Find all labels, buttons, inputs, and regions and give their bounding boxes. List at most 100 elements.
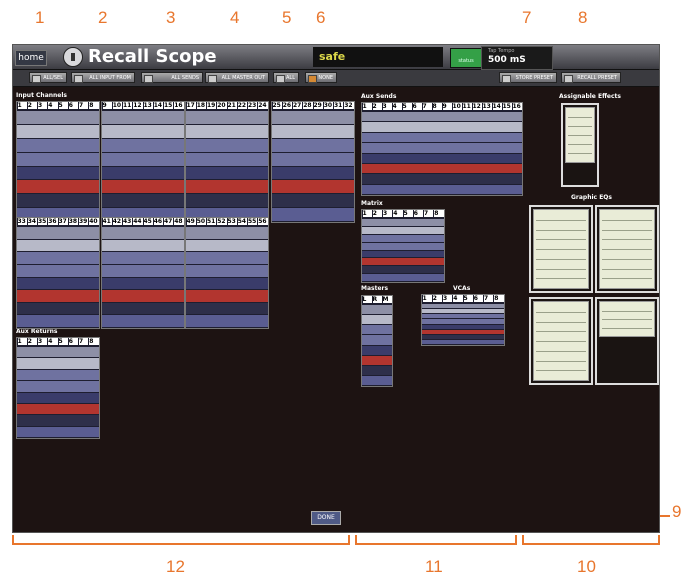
channel-number[interactable]: 3	[383, 210, 393, 217]
channel-number[interactable]: 8	[494, 295, 504, 302]
channel-number[interactable]: 1	[17, 338, 27, 345]
channel-number[interactable]: 14	[492, 103, 502, 110]
channel-number[interactable]: 24	[258, 102, 268, 109]
channel-number[interactable]: 1	[422, 295, 432, 302]
channel-number[interactable]: 7	[422, 103, 432, 110]
channel-number[interactable]: 53	[227, 218, 237, 225]
channel-number[interactable]: 34	[27, 218, 37, 225]
channel-number[interactable]: 5	[58, 102, 68, 109]
graphic-eq-3[interactable]	[529, 297, 593, 385]
graphic-eq-2[interactable]	[595, 205, 659, 293]
channel-number[interactable]: 45	[143, 218, 153, 225]
channel-number[interactable]: 43	[123, 218, 133, 225]
channel-number[interactable]: R	[372, 296, 382, 303]
channel-number[interactable]: 11	[462, 103, 472, 110]
channel-number[interactable]: 40	[89, 218, 99, 225]
back-arrow-icon[interactable]	[63, 47, 83, 67]
channel-number[interactable]: 8	[89, 102, 99, 109]
channel-number[interactable]: 1	[362, 103, 372, 110]
channel-number[interactable]: 29	[313, 102, 323, 109]
channel-number[interactable]: 39	[79, 218, 89, 225]
channel-number[interactable]: 16	[512, 103, 522, 110]
channel-number[interactable]: 46	[153, 218, 163, 225]
channel-number[interactable]: 42	[112, 218, 122, 225]
channel-number[interactable]: 32	[344, 102, 354, 109]
channel-number[interactable]: 2	[372, 103, 382, 110]
channel-number[interactable]: 50	[196, 218, 206, 225]
channel-number[interactable]: 41	[102, 218, 112, 225]
channel-number[interactable]: 13	[482, 103, 492, 110]
channel-number[interactable]: 19	[207, 102, 217, 109]
channel-number[interactable]: 3	[382, 103, 392, 110]
aux-returns-group[interactable]: 12345678	[16, 337, 100, 439]
channel-number[interactable]: 35	[38, 218, 48, 225]
channel-number[interactable]: 7	[79, 338, 89, 345]
channel-number[interactable]: 47	[164, 218, 174, 225]
home-button[interactable]: home	[15, 50, 47, 66]
channel-number[interactable]: 8	[89, 338, 99, 345]
input-channels-9-16[interactable]: 9 10 11 12 13 14 15 16	[101, 101, 185, 223]
channel-number[interactable]: 6	[412, 103, 422, 110]
input-channels-1-8[interactable]: 12345678	[16, 101, 100, 223]
channel-number[interactable]: 11	[123, 102, 133, 109]
channel-number[interactable]: 6	[473, 295, 483, 302]
none-button[interactable]: NONE	[305, 72, 337, 83]
channel-number[interactable]: 51	[207, 218, 217, 225]
tap-tempo[interactable]: Tap Tempo 500 mS	[481, 46, 553, 70]
channel-number[interactable]: 33	[17, 218, 27, 225]
channel-number[interactable]: 20	[217, 102, 227, 109]
channel-number[interactable]: 7	[79, 102, 89, 109]
channel-number[interactable]: 10	[452, 103, 462, 110]
graphic-eq-4[interactable]	[595, 297, 659, 385]
channel-number[interactable]: 7	[424, 210, 434, 217]
channel-number[interactable]: 13	[143, 102, 153, 109]
channel-number[interactable]: 5	[403, 210, 413, 217]
channel-number[interactable]: 55	[248, 218, 258, 225]
channel-number[interactable]: L	[362, 296, 372, 303]
channel-number[interactable]: 56	[258, 218, 268, 225]
channel-number[interactable]: 15	[502, 103, 512, 110]
channel-number[interactable]: 18	[196, 102, 206, 109]
vcas-group[interactable]: 12345678	[421, 294, 505, 346]
input-channels-33-40[interactable]: 33 34 35 36 37 38 39 40	[16, 217, 100, 329]
channel-number[interactable]: 30	[323, 102, 333, 109]
channel-number[interactable]: 4	[48, 102, 58, 109]
graphic-eq-1[interactable]	[529, 205, 593, 293]
recall-preset-button[interactable]: RECALL PRESET	[561, 72, 621, 83]
input-channels-17-24[interactable]: 17 18 19 20 21 22 23 24	[185, 101, 269, 223]
masters-group[interactable]: LRM	[361, 295, 393, 387]
channel-number[interactable]: 6	[68, 102, 78, 109]
channel-number[interactable]: 4	[453, 295, 463, 302]
channel-number[interactable]: 37	[58, 218, 68, 225]
channel-number[interactable]: 8	[434, 210, 444, 217]
channel-number[interactable]: 4	[48, 338, 58, 345]
input-channels-41-48[interactable]: 41 42 43 44 45 46 47 48	[101, 217, 185, 329]
channel-number[interactable]: 16	[174, 102, 184, 109]
channel-number[interactable]: 12	[133, 102, 143, 109]
channel-number[interactable]: 2	[432, 295, 442, 302]
aux-sends-group[interactable]: 1 2 3 4 5 6 7 8 9 10 11 12 13 14 15 16	[361, 102, 523, 196]
channel-number[interactable]: 2	[27, 338, 37, 345]
channel-number[interactable]: 36	[48, 218, 58, 225]
channel-number[interactable]: 48	[174, 218, 184, 225]
channel-number[interactable]: 3	[443, 295, 453, 302]
channel-number[interactable]: 5	[402, 103, 412, 110]
all-button[interactable]: ALL	[273, 72, 299, 83]
channel-number[interactable]: 4	[393, 210, 403, 217]
channel-number[interactable]: 3	[38, 338, 48, 345]
channel-number[interactable]: 6	[413, 210, 423, 217]
channel-number[interactable]: 49	[186, 218, 196, 225]
all-sel-button[interactable]: ALL/SEL	[29, 72, 67, 83]
channel-number[interactable]: 38	[68, 218, 78, 225]
channel-number[interactable]: 6	[68, 338, 78, 345]
channel-number[interactable]: 9	[102, 102, 112, 109]
done-button[interactable]: DONE	[311, 511, 341, 525]
all-master-out-button[interactable]: ALL MASTER OUT	[205, 72, 269, 83]
channel-number[interactable]: 23	[248, 102, 258, 109]
matrix-group[interactable]: 12345678	[361, 209, 445, 283]
channel-number[interactable]: 12	[472, 103, 482, 110]
channel-number[interactable]: 25	[272, 102, 282, 109]
channel-number[interactable]: M	[382, 296, 392, 303]
channel-number[interactable]: 2	[27, 102, 37, 109]
channel-number[interactable]: 14	[153, 102, 163, 109]
